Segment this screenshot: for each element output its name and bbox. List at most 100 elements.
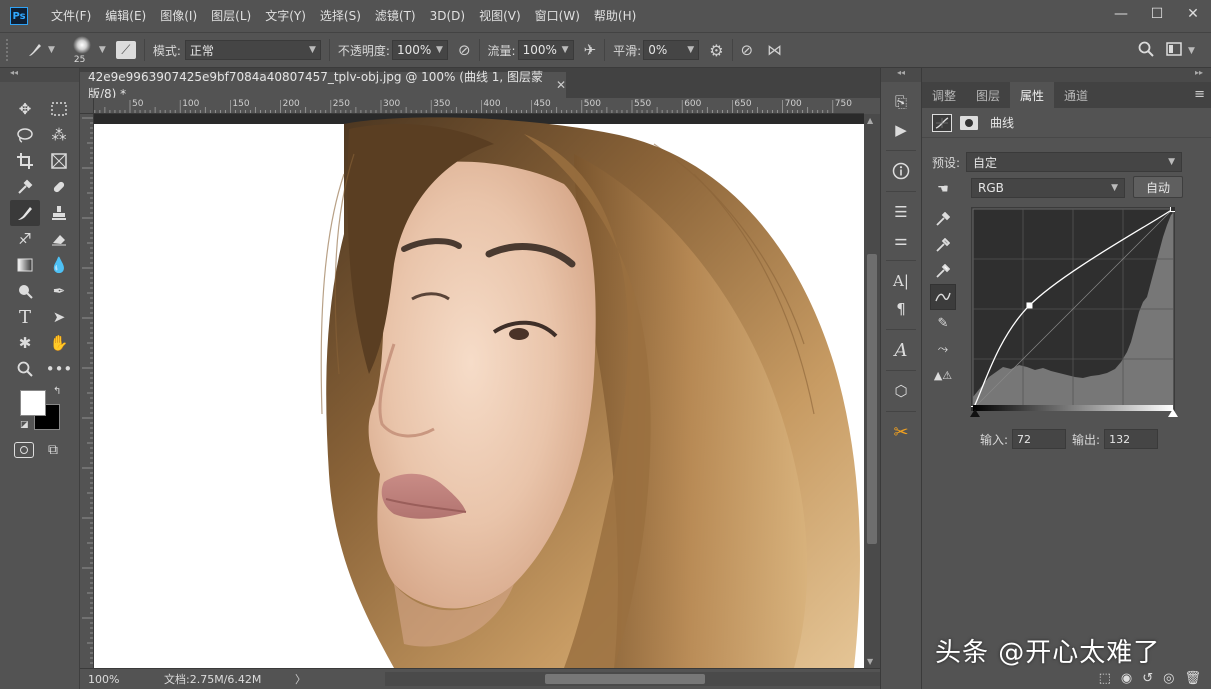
layer-mask-icon[interactable]	[960, 115, 978, 130]
eraser-tool-icon[interactable]	[44, 226, 74, 252]
horizontal-scrollbar[interactable]	[385, 672, 945, 686]
glyphs-icon[interactable]: A	[881, 336, 921, 364]
output-field[interactable]: 132	[1104, 429, 1159, 449]
white-point-slider-icon[interactable]	[1168, 409, 1178, 417]
menu-item[interactable]: 窗口(W)	[528, 0, 587, 32]
brush-settings-panel-icon[interactable]: ⟋	[115, 41, 136, 59]
curve-control-point[interactable]	[1170, 206, 1176, 212]
collapse-toolbar-icon[interactable]: ◂◂	[0, 68, 79, 82]
search-icon[interactable]	[1138, 41, 1154, 57]
vertical-scroll-thumb[interactable]	[867, 254, 877, 544]
rectangular-marquee-icon[interactable]	[44, 96, 74, 122]
curve-control-point[interactable]	[1026, 302, 1033, 309]
history-brush-icon[interactable]: ♐	[10, 226, 40, 252]
character-panel-icon[interactable]: A|	[881, 267, 921, 295]
tools-plugin-icon[interactable]: ✂	[881, 418, 921, 446]
curves-plot[interactable]	[970, 206, 1176, 412]
menu-item[interactable]: 滤镜(T)	[368, 0, 423, 32]
pen-tool-icon[interactable]: ✒	[44, 278, 74, 304]
frame-tool-icon[interactable]	[44, 148, 74, 174]
reset-icon[interactable]: ↺	[1142, 671, 1153, 686]
close-button[interactable]: ✕	[1175, 0, 1211, 28]
menu-item[interactable]: 图层(L)	[204, 0, 258, 32]
panel-menu-icon[interactable]: ≡	[1194, 87, 1205, 102]
blur-tool-icon[interactable]: 💧	[44, 252, 74, 278]
magic-wand-icon[interactable]: ⁂	[44, 122, 74, 148]
chevron-down-icon[interactable]: ▼	[436, 45, 443, 55]
symmetry-butterfly-icon[interactable]: ⋈	[767, 41, 782, 59]
pressure-size-icon[interactable]: ⊘	[741, 41, 754, 59]
menu-item[interactable]: 文件(F)	[44, 0, 98, 32]
eyedropper-tool-icon[interactable]	[10, 174, 40, 200]
status-menu-arrow-icon[interactable]: 〉	[295, 671, 306, 687]
collapse-panel-icon[interactable]: ▸▸	[922, 68, 1211, 82]
brush-tool-icon[interactable]	[10, 200, 40, 226]
curves-adjustment-icon[interactable]	[932, 113, 952, 132]
menu-item[interactable]: 选择(S)	[313, 0, 368, 32]
channel-select[interactable]: RGB ▼	[971, 178, 1125, 198]
canvas[interactable]	[94, 114, 864, 668]
tab-channels[interactable]: 通道	[1054, 82, 1098, 108]
input-field[interactable]: 72	[1012, 429, 1067, 449]
pressure-opacity-icon[interactable]: ⊘	[458, 41, 471, 59]
actions-play-icon[interactable]: ▶	[881, 116, 921, 144]
swap-colors-icon[interactable]: ↰	[53, 386, 61, 397]
chevron-down-icon[interactable]: ▼	[562, 45, 569, 55]
flow-input[interactable]: 100% ▼	[517, 40, 574, 60]
target-adjust-hand-icon[interactable]: ☚	[930, 176, 956, 202]
paragraph-icon[interactable]: ¶	[881, 295, 921, 323]
tool-preset-dropdown-icon[interactable]: ▼	[48, 45, 55, 55]
zoom-tool-icon[interactable]	[10, 356, 40, 382]
gray-point-eyedropper-icon[interactable]	[930, 232, 956, 258]
airbrush-icon[interactable]: ✈	[584, 41, 597, 59]
menu-item[interactable]: 帮助(H)	[587, 0, 643, 32]
move-tool-icon[interactable]: ✥	[10, 96, 40, 122]
vertical-ruler[interactable]	[80, 114, 94, 668]
collapse-dock-icon[interactable]: ◂◂	[881, 68, 921, 82]
menu-item[interactable]: 图像(I)	[153, 0, 204, 32]
minimize-button[interactable]: —	[1103, 0, 1139, 28]
white-point-eyedropper-icon[interactable]	[930, 258, 956, 284]
adjust-sliders-icon[interactable]: ⚌	[881, 226, 921, 254]
trash-icon[interactable]: 🗑	[1184, 671, 1201, 686]
healing-brush-icon[interactable]	[44, 174, 74, 200]
scroll-down-icon[interactable]: ▼	[867, 657, 873, 666]
black-point-eyedropper-icon[interactable]	[930, 206, 956, 232]
clone-stamp-icon[interactable]	[44, 200, 74, 226]
auto-button[interactable]: 自动	[1133, 176, 1183, 198]
zoom-level[interactable]: 100%	[88, 673, 148, 686]
curve-edit-points-icon[interactable]	[930, 284, 956, 310]
horizontal-scroll-thumb[interactable]	[545, 674, 705, 684]
gear-icon[interactable]: ⚙	[709, 41, 723, 60]
clip-to-layer-icon[interactable]: ⬚	[1099, 671, 1111, 686]
more-tools-icon[interactable]: •••	[44, 356, 74, 382]
dodge-tool-icon[interactable]	[10, 278, 40, 304]
options-grip[interactable]	[6, 39, 12, 61]
screen-mode-icon[interactable]: ⧉	[48, 442, 68, 458]
workspace-dropdown-icon[interactable]: ▼	[1188, 46, 1195, 56]
brush-tool-preset-icon[interactable]	[24, 41, 46, 59]
chevron-down-icon[interactable]: ▼	[687, 45, 694, 55]
path-selection-icon[interactable]: ➤	[44, 304, 74, 330]
clipping-warning-icon[interactable]: ▲⚠	[930, 362, 956, 388]
black-point-slider-icon[interactable]	[970, 409, 980, 417]
document-tab[interactable]: 42e9e9963907425e9bf7084a40807457_tplv-ob…	[80, 70, 566, 101]
preset-select[interactable]: 自定 ▼	[966, 152, 1182, 172]
quick-mask-icon[interactable]	[14, 442, 34, 458]
brush-picker-dropdown-icon[interactable]: ▼	[99, 45, 106, 55]
menu-item[interactable]: 编辑(E)	[98, 0, 153, 32]
menu-item[interactable]: 3D(D)	[423, 0, 472, 32]
type-tool-icon[interactable]: T	[10, 304, 40, 330]
vertical-scrollbar[interactable]: ▲ ▼	[864, 114, 880, 668]
view-previous-state-icon[interactable]: ◉	[1121, 671, 1132, 686]
workspace-icon[interactable]	[1166, 41, 1184, 57]
brush-size-preview[interactable]: 25	[69, 34, 97, 66]
tab-properties[interactable]: 属性	[1010, 82, 1055, 108]
crop-tool-icon[interactable]	[10, 148, 40, 174]
menu-item[interactable]: 视图(V)	[472, 0, 528, 32]
pencil-draw-curve-icon[interactable]: ✎	[930, 310, 956, 336]
tab-adjustments[interactable]: 调整	[922, 82, 966, 108]
smooth-curve-icon[interactable]: ⤳	[930, 336, 956, 362]
tab-layers[interactable]: 图层	[966, 82, 1010, 108]
foreground-color-swatch[interactable]	[20, 390, 46, 416]
